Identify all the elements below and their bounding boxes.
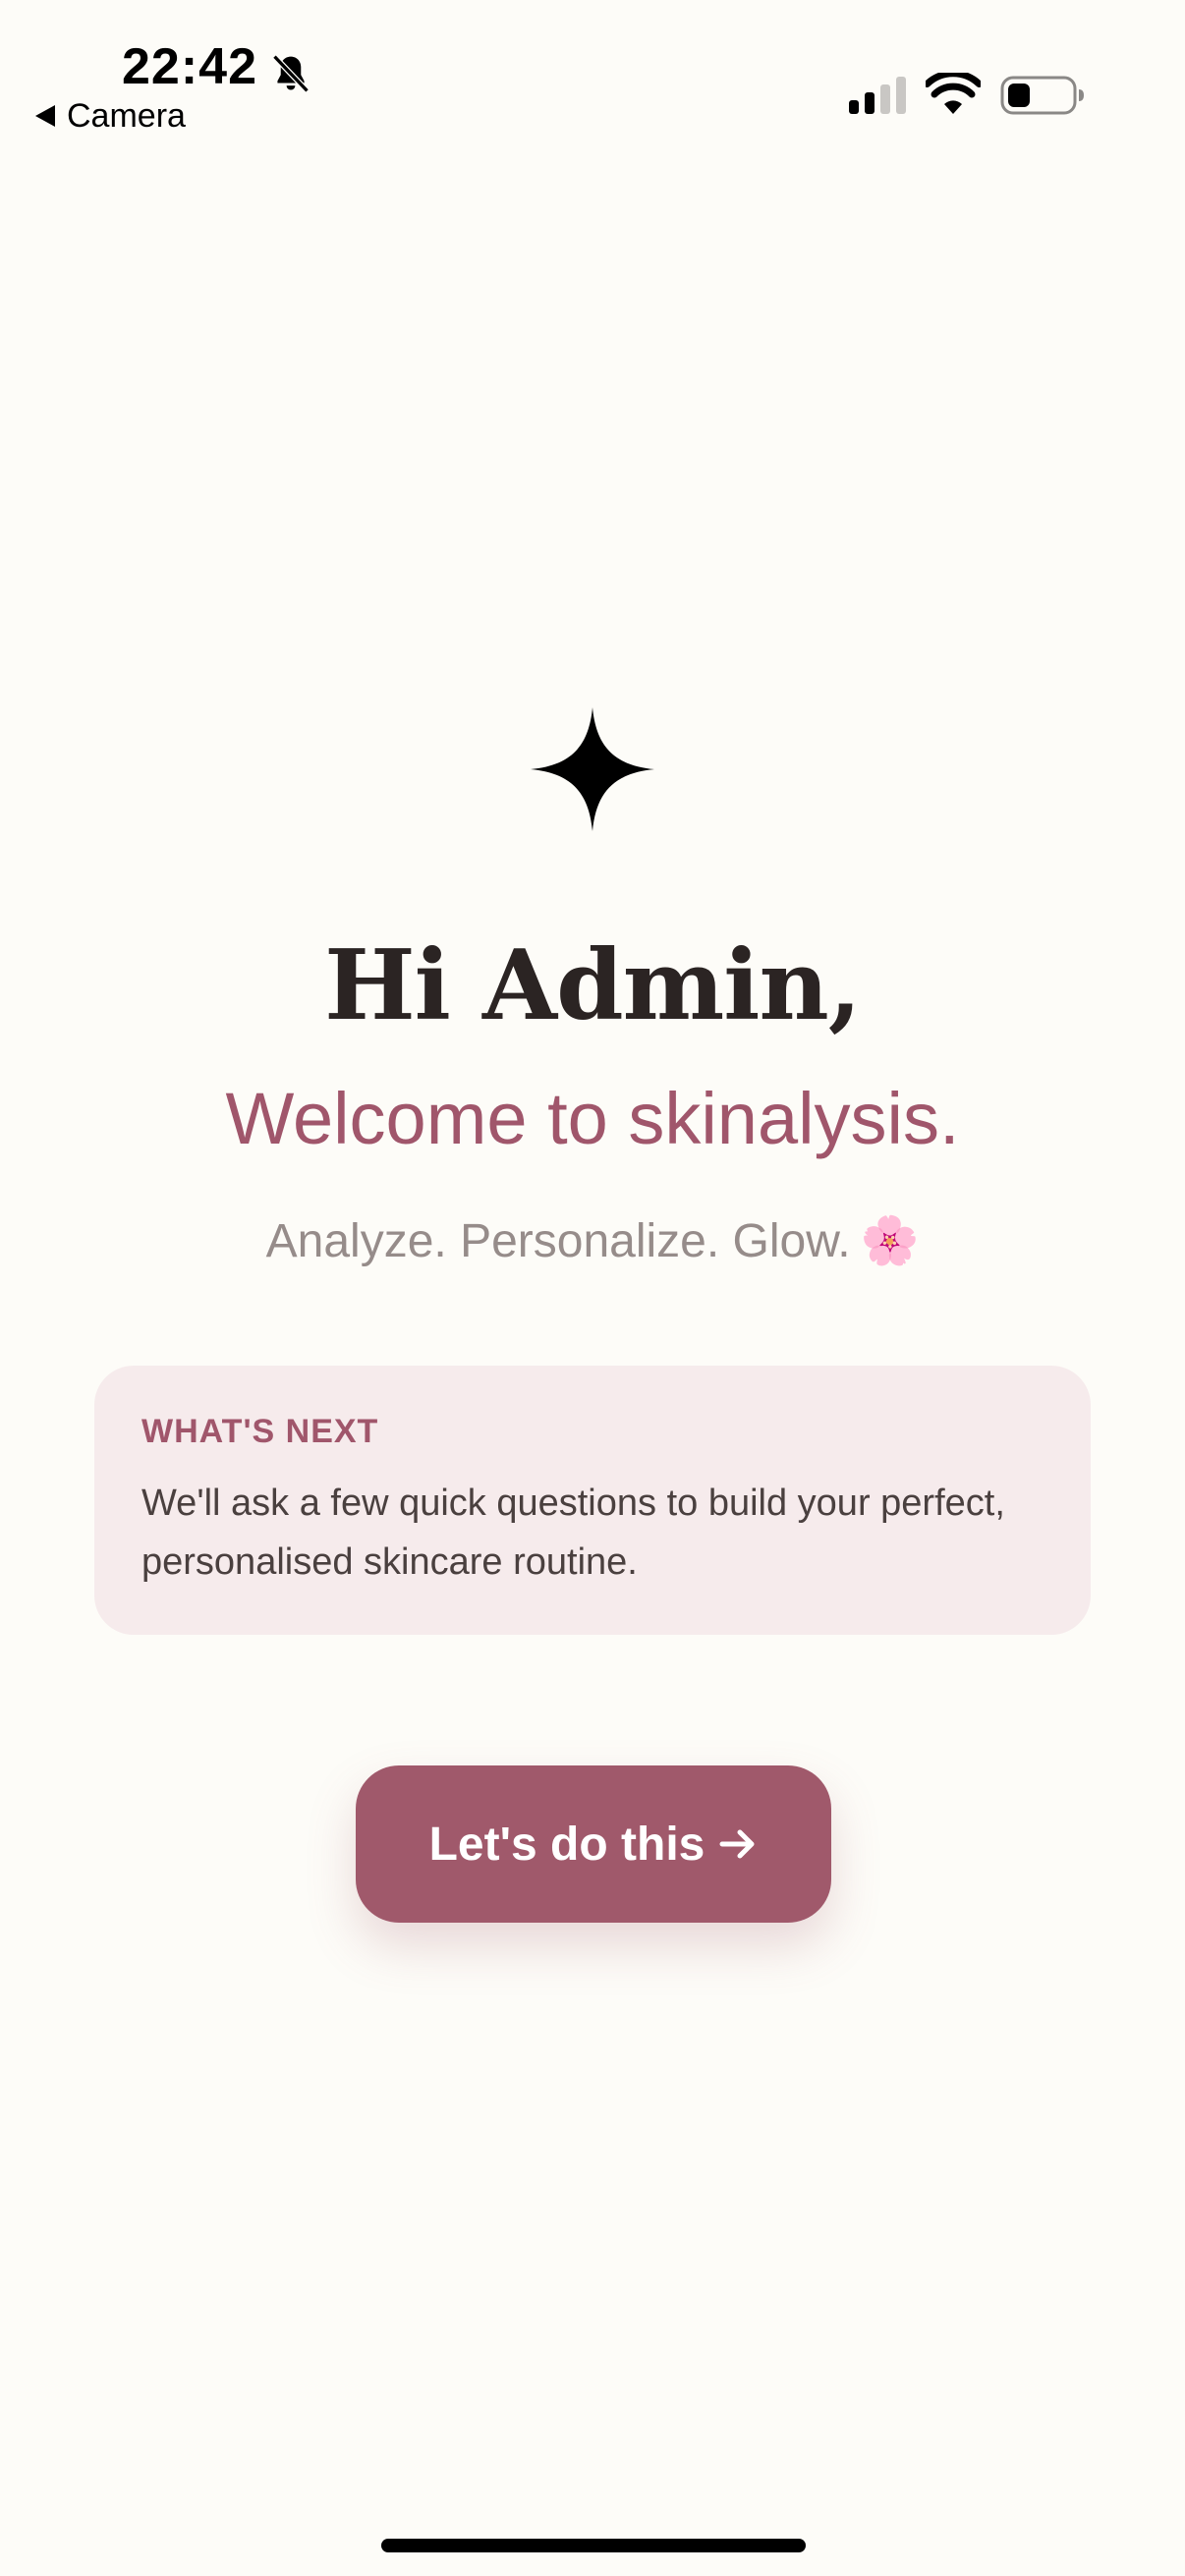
status-time: 22:42 <box>122 38 257 95</box>
tagline: Analyze. Personalize. Glow. 🌸 <box>0 1215 1185 1268</box>
battery-icon <box>1000 76 1084 115</box>
greeting-heading: Hi Admin, <box>324 929 862 1042</box>
wifi-icon <box>926 73 981 114</box>
whats-next-body: We'll ask a few quick questions to build… <box>141 1483 1005 1583</box>
cherry-blossom-icon: 🌸 <box>860 1215 920 1267</box>
home-indicator[interactable] <box>381 2539 806 2552</box>
back-app-label: Camera <box>67 97 186 135</box>
cta-label: Let's do this <box>428 1818 705 1871</box>
lets-do-this-button[interactable]: Let's do this <box>356 1765 831 1923</box>
whats-next-title: WHAT'S NEXT <box>141 1413 379 1450</box>
bell-slash-icon <box>272 54 310 93</box>
whats-next-card: WHAT'S NEXT We'll ask a few quick questi… <box>94 1366 1091 1635</box>
arrow-right-icon <box>719 1829 755 1859</box>
back-to-app-link[interactable]: Camera <box>35 98 186 134</box>
tagline-text: Analyze. Personalize. Glow. <box>265 1215 851 1267</box>
welcome-headline: Welcome to skinalysis. <box>225 1078 960 1159</box>
back-triangle-icon <box>35 105 55 127</box>
signal-icon <box>849 77 906 114</box>
sparkle-icon <box>531 707 654 831</box>
